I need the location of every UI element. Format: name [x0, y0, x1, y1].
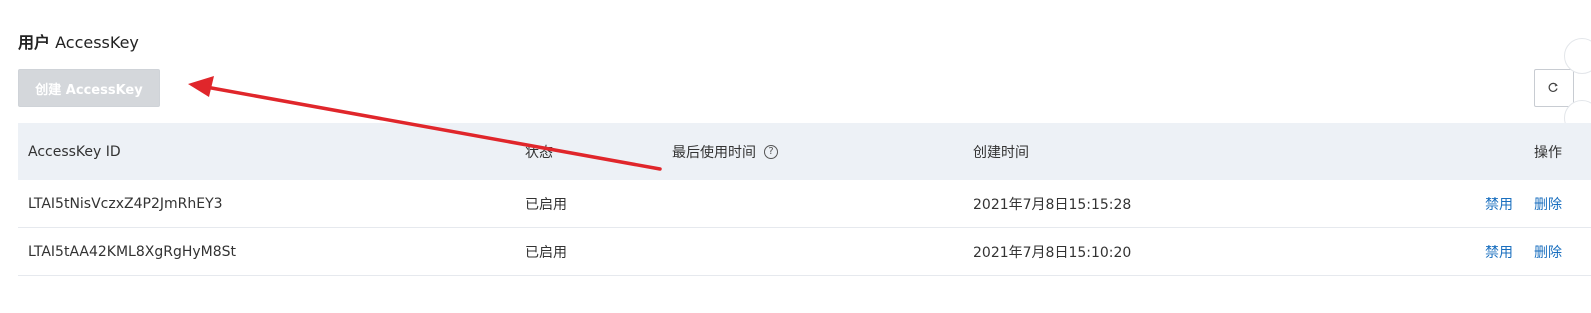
status-badge: 已启用	[525, 244, 567, 261]
refresh-button[interactable]	[1534, 69, 1574, 107]
page-title-name: AccessKey	[55, 33, 139, 52]
col-header-status: 状态	[525, 144, 553, 161]
created-time: 2021年7月8日15:15:28	[973, 196, 1132, 213]
accesskey-id: LTAI5tAA42KML8XgRgHyM8St	[28, 243, 237, 260]
accesskey-table: AccessKey ID 状态 最后使用时间 ? 创建时间 操作 LTAI5tN…	[18, 123, 1591, 276]
created-time: 2021年7月8日15:10:20	[973, 244, 1132, 261]
delete-link[interactable]: 删除	[1534, 180, 1562, 227]
access-key-page: 用户 AccessKey 创建 AccessKey AccessKey ID 状…	[0, 0, 1591, 313]
arrow-head	[188, 76, 214, 97]
create-accesskey-label: 创建 AccessKey	[35, 82, 143, 98]
table-row: LTAI5tNisVczxZ4P2JmRhEY3 已启用 2021年7月8日15…	[18, 180, 1591, 228]
col-header-ops: 操作	[1534, 144, 1562, 161]
page-title: 用户 AccessKey	[18, 32, 139, 54]
disable-link[interactable]: 禁用	[1485, 180, 1513, 227]
accesskey-id: LTAI5tNisVczxZ4P2JmRhEY3	[28, 195, 223, 212]
disable-link[interactable]: 禁用	[1485, 228, 1513, 275]
col-header-id: AccessKey ID	[28, 143, 121, 160]
delete-link[interactable]: 删除	[1534, 228, 1562, 275]
col-header-last-used: 最后使用时间 ?	[672, 123, 778, 180]
create-accesskey-button[interactable]: 创建 AccessKey	[18, 69, 160, 107]
status-badge: 已启用	[525, 196, 567, 213]
table-header: AccessKey ID 状态 最后使用时间 ? 创建时间 操作	[18, 123, 1591, 180]
page-title-prefix: 用户	[18, 33, 51, 52]
table-row: LTAI5tAA42KML8XgRgHyM8St 已启用 2021年7月8日15…	[18, 228, 1591, 276]
question-icon[interactable]: ?	[764, 144, 778, 159]
refresh-icon	[1548, 82, 1558, 92]
col-header-last-used-label: 最后使用时间	[672, 144, 756, 161]
col-header-created: 创建时间	[973, 144, 1029, 161]
